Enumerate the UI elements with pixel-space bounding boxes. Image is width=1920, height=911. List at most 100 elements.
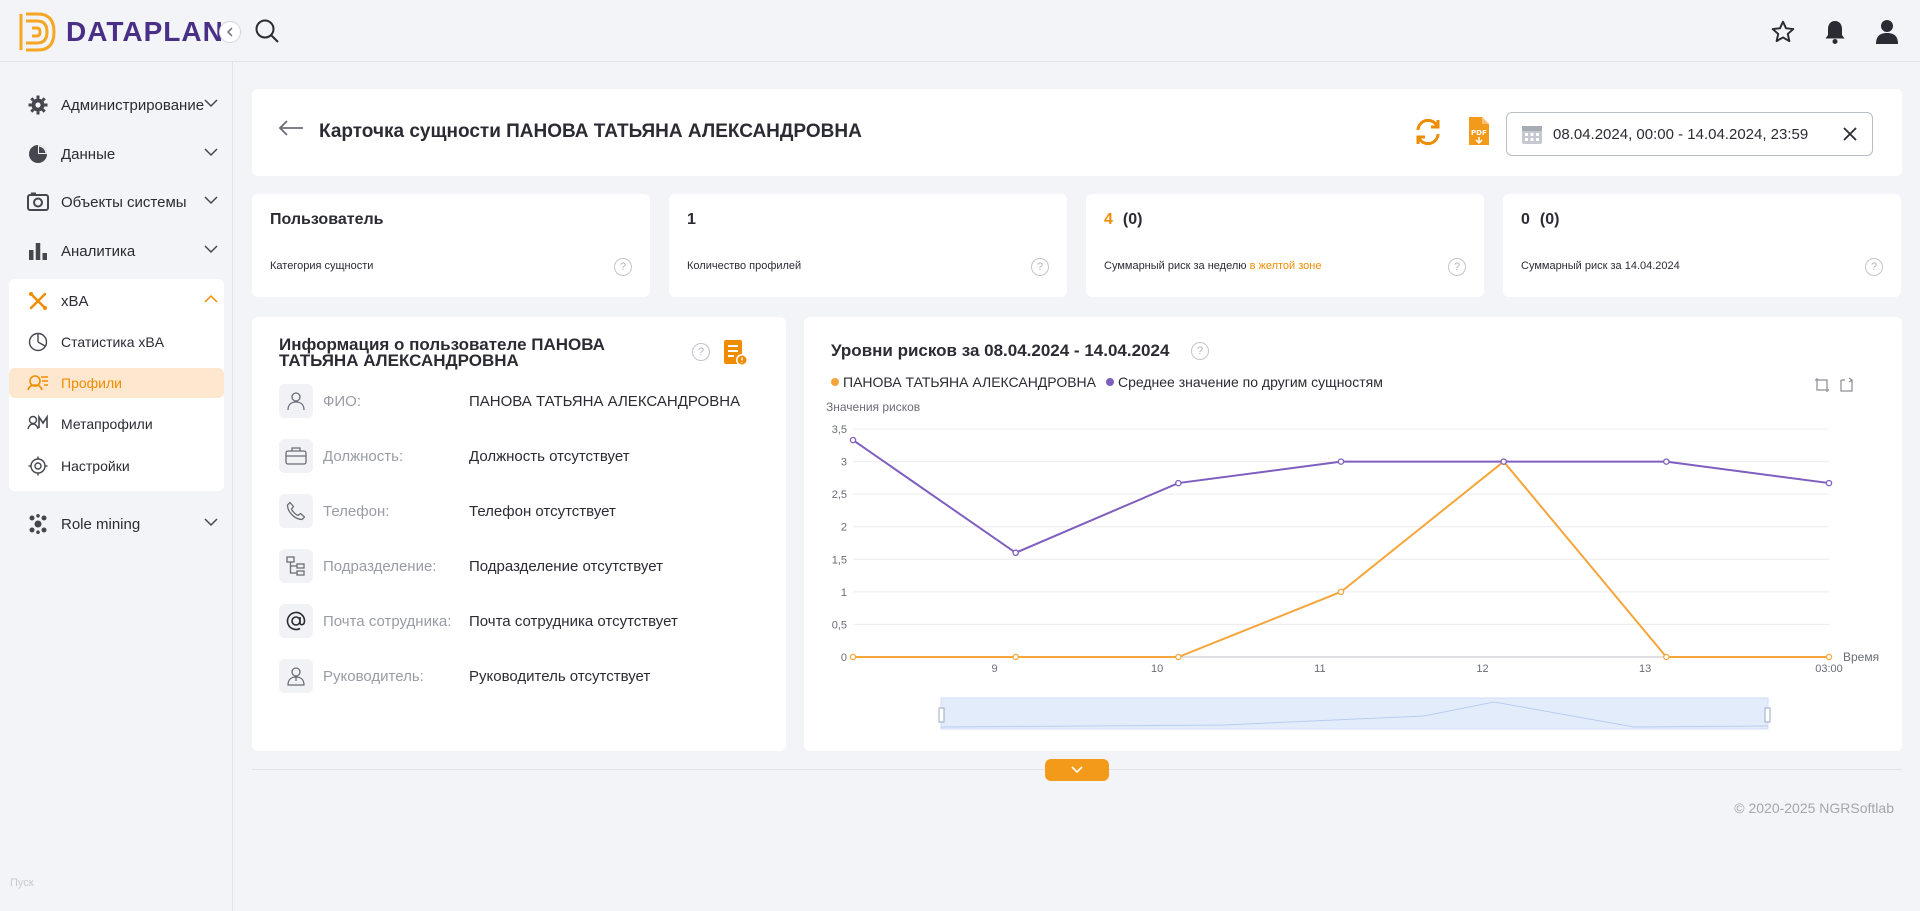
help-icon[interactable]: ? [614, 258, 632, 276]
help-icon[interactable]: ? [1191, 342, 1209, 360]
document-icon[interactable] [723, 339, 749, 372]
sidebar-item-xba[interactable]: xBA [9, 279, 224, 323]
y-tick-label: 0,5 [832, 619, 847, 631]
stat-card-category: Пользователь Категория сущности ? [252, 194, 650, 297]
x-tick-label: 9 [991, 663, 997, 675]
series-point [1663, 653, 1670, 661]
at-icon [279, 604, 313, 638]
y-tick-label: 2 [841, 522, 847, 534]
sidebar-item-analytics[interactable]: Аналитика [9, 229, 224, 273]
data-zoom-handle-right [1764, 707, 1771, 723]
user-info-card: Информация о пользователе ПАНОВА ТАТЬЯНА… [252, 317, 786, 751]
stat-value: Пользователь [270, 211, 384, 228]
info-row-manager: Руководитель: Руководитель отсутствует [279, 658, 769, 694]
back-arrow-icon[interactable] [278, 120, 304, 141]
sidebar-subitem-label: Метапрофили [61, 416, 153, 432]
y-axis-title: Значения рисков [826, 400, 920, 414]
x-tick-label: 03:00 [1815, 663, 1843, 675]
sidebar-footer: Пуск [10, 877, 34, 889]
info-label: Подразделение: [323, 557, 437, 575]
info-row-position: Должность: Должность отсутствует [279, 438, 769, 474]
pdf-export-icon[interactable]: PDF [1467, 116, 1491, 151]
chevron-down-icon [204, 196, 218, 205]
logo-text: DATAPLAN [66, 16, 224, 47]
star-icon[interactable] [1768, 17, 1798, 47]
chart-legend: ПАНОВА ТАТЬЯНА АЛЕКСАНДРОВНА Среднее зна… [831, 374, 1383, 390]
stat-caption: Суммарный риск за неделю в желтой зоне [1104, 260, 1321, 272]
chart-title: Уровни рисков за 08.04.2024 - 14.04.2024 [831, 341, 1170, 360]
close-icon[interactable] [1842, 126, 1858, 142]
x-tick-label: 13 [1639, 663, 1651, 675]
stat-card-weekly-risk: 4 (0) Суммарный риск за неделю в желтой з… [1086, 194, 1484, 297]
x-tick-label: 12 [1476, 663, 1488, 675]
x-tick-label: 11 [1314, 663, 1325, 675]
x-axis-title: Время [1843, 650, 1879, 664]
series-point [1825, 479, 1833, 487]
refresh-icon[interactable] [1413, 117, 1443, 152]
search-icon[interactable] [254, 18, 280, 49]
logo[interactable]: DATAPLAN [18, 11, 224, 53]
person-icon [279, 384, 313, 418]
sidebar-subitem-xba-stats[interactable]: Статистика xBA [9, 327, 224, 357]
y-tick-label: 3,5 [832, 424, 847, 436]
sidebar-item-role-mining[interactable]: Role mining [9, 502, 224, 546]
y-tick-label: 0 [841, 652, 847, 664]
briefcase-icon [279, 439, 313, 473]
help-icon[interactable]: ? [1031, 258, 1049, 276]
series-point [1337, 458, 1345, 465]
entity-header: Карточка сущности ПАНОВА ТАТЬЯНА АЛЕКСАН… [252, 89, 1902, 176]
sidebar-item-system-objects[interactable]: Объекты системы [9, 180, 224, 224]
stat-caption-text: Суммарный риск за неделю [1104, 260, 1247, 272]
info-value: Подразделение отсутствует [469, 557, 663, 575]
series-line-1 [852, 439, 1830, 554]
user-icon[interactable] [1872, 17, 1902, 47]
info-row-email: Почта сотрудника: Почта сотрудника отсут… [279, 603, 769, 639]
x-tick-label: 10 [1151, 663, 1163, 675]
sidebar-subitem-profiles[interactable]: Профили [9, 368, 224, 398]
data-zoom-handle-left [938, 707, 945, 723]
series-point [1175, 479, 1182, 487]
zoom-area-icon[interactable] [1814, 377, 1830, 393]
info-row-fio: ФИО: ПАНОВА ТАТЬЯНА АЛЕКСАНДРОВНА [279, 383, 769, 419]
pie-outline-icon [27, 331, 49, 353]
help-icon[interactable]: ? [1865, 258, 1883, 276]
expand-button[interactable] [1045, 759, 1109, 781]
sidebar-item-label: Role mining [61, 515, 141, 533]
bar-chart-icon [27, 240, 49, 262]
y-tick-label: 1,5 [832, 554, 847, 566]
sidebar-item-data[interactable]: Данные [9, 132, 224, 176]
stat-card-profiles-count: 1 Количество профилей ? [669, 194, 1067, 297]
sidebar-subitem-label: Статистика xBA [61, 334, 165, 350]
risk-chart-card: Значения рисков 0 0,5 1 1,5 2 2,5 3 3,5 9 10 11 12 13… [804, 317, 1902, 751]
zoom-reset-icon[interactable] [1838, 377, 1854, 393]
info-row-phone: Телефон: Телефон отсутствует [279, 493, 769, 529]
stat-caption: Суммарный риск за 14.04.2024 [1521, 260, 1680, 272]
info-label: Почта сотрудника: [323, 612, 452, 630]
series-point [1663, 458, 1670, 465]
y-tick-label: 1 [841, 587, 847, 599]
stat-value: 4 (0) [1104, 211, 1142, 229]
sidebar-item-label: Объекты системы [61, 193, 187, 211]
sidebar-collapse-button[interactable] [219, 21, 241, 43]
help-icon[interactable]: ? [1448, 258, 1466, 276]
date-range-picker[interactable]: 08.04.2024, 00:00 - 14.04.2024, 23:59 [1506, 112, 1873, 156]
series-point [1012, 653, 1019, 661]
y-tick-label: 3 [841, 457, 847, 469]
legend-item-average[interactable]: Среднее значение по другим сущностям [1106, 374, 1383, 390]
sidebar-item-administration[interactable]: Администрирование [9, 83, 224, 127]
page-title: Карточка сущности ПАНОВА ТАТЬЯНА АЛЕКСАН… [319, 121, 862, 142]
data-zoom-track [940, 697, 1769, 730]
pie-icon [27, 143, 49, 165]
sidebar-subitem-metaprofiles[interactable]: Метапрофили [9, 409, 224, 439]
role-mining-icon [27, 513, 49, 535]
series-point [849, 653, 857, 661]
bell-icon[interactable] [1820, 17, 1850, 47]
chevron-down-icon [204, 245, 218, 254]
stat-value: 0 (0) [1521, 211, 1559, 229]
help-icon[interactable]: ? [692, 343, 710, 361]
stat-caption-date: 14.04.2024 [1624, 260, 1680, 272]
sidebar-subitem-settings[interactable]: Настройки [9, 451, 224, 481]
xba-icon [27, 290, 49, 312]
legend-item-entity[interactable]: ПАНОВА ТАТЬЯНА АЛЕКСАНДРОВНА [831, 374, 1096, 390]
info-row-department: Подразделение: Подразделение отсутствует [279, 548, 769, 584]
